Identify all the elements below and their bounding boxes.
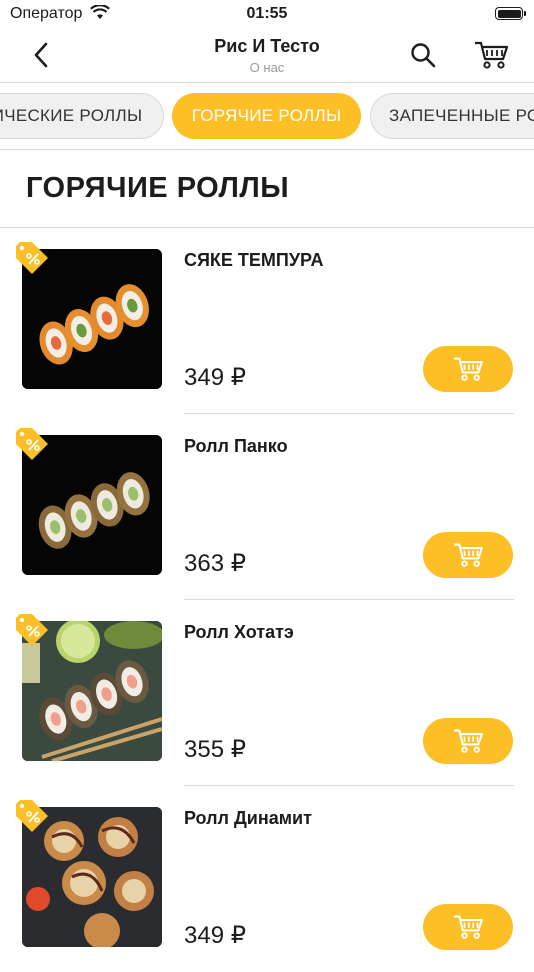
- category-tab[interactable]: ЗАПЕЧЕННЫЕ РОЛ: [370, 93, 534, 139]
- discount-tag-icon: [16, 800, 48, 832]
- category-tabs: ИЧЕСКИЕ РОЛЛЫ ГОРЯЧИЕ РОЛЛЫ ЗАПЕЧЕННЫЕ Р…: [0, 83, 534, 150]
- product-item[interactable]: СЯКЕ ТЕМПУРА 349 ₽: [0, 228, 534, 414]
- cart-button[interactable]: [472, 38, 510, 72]
- discount-tag-icon: [16, 242, 48, 274]
- search-button[interactable]: [406, 38, 440, 72]
- cart-icon: [475, 41, 509, 69]
- status-time: 01:55: [246, 5, 288, 22]
- add-to-cart-icon: [454, 357, 483, 381]
- product-name: СЯКЕ ТЕМПУРА: [184, 250, 324, 270]
- about-link[interactable]: О нас: [0, 60, 534, 75]
- product-name: Ролл Панко: [184, 436, 288, 456]
- add-to-cart-icon: [454, 543, 483, 567]
- page-title: Рис И Тесто: [214, 36, 320, 56]
- add-to-cart-button[interactable]: [423, 346, 513, 392]
- nav-bar: Рис И Тесто О нас: [0, 30, 534, 83]
- add-to-cart-button[interactable]: [423, 718, 513, 764]
- product-price: 349 ₽: [184, 922, 246, 949]
- discount-tag-icon: [16, 428, 48, 460]
- category-tab[interactable]: ИЧЕСКИЕ РОЛЛЫ: [0, 93, 164, 139]
- battery-icon: [495, 7, 526, 20]
- discount-tag-icon: [16, 614, 48, 646]
- add-to-cart-button[interactable]: [423, 532, 513, 578]
- product-item[interactable]: Ролл Панко 363 ₽: [0, 414, 534, 600]
- category-tab-active[interactable]: ГОРЯЧИЕ РОЛЛЫ: [172, 93, 361, 139]
- add-to-cart-icon: [454, 915, 483, 939]
- product-item[interactable]: Ролл Динамит 349 ₽: [0, 786, 534, 972]
- product-name: Ролл Динамит: [184, 808, 312, 828]
- add-to-cart-button[interactable]: [423, 904, 513, 950]
- product-price: 363 ₽: [184, 550, 246, 577]
- product-item[interactable]: Ролл Хотатэ 355 ₽: [0, 600, 534, 786]
- add-to-cart-icon: [454, 729, 483, 753]
- search-icon: [411, 43, 436, 68]
- product-name: Ролл Хотатэ: [184, 622, 294, 642]
- product-price: 355 ₽: [184, 736, 246, 763]
- product-price: 349 ₽: [184, 364, 246, 391]
- status-bar: Оператор 01:55: [0, 0, 534, 30]
- section-title: ГОРЯЧИЕ РОЛЛЫ: [26, 172, 290, 204]
